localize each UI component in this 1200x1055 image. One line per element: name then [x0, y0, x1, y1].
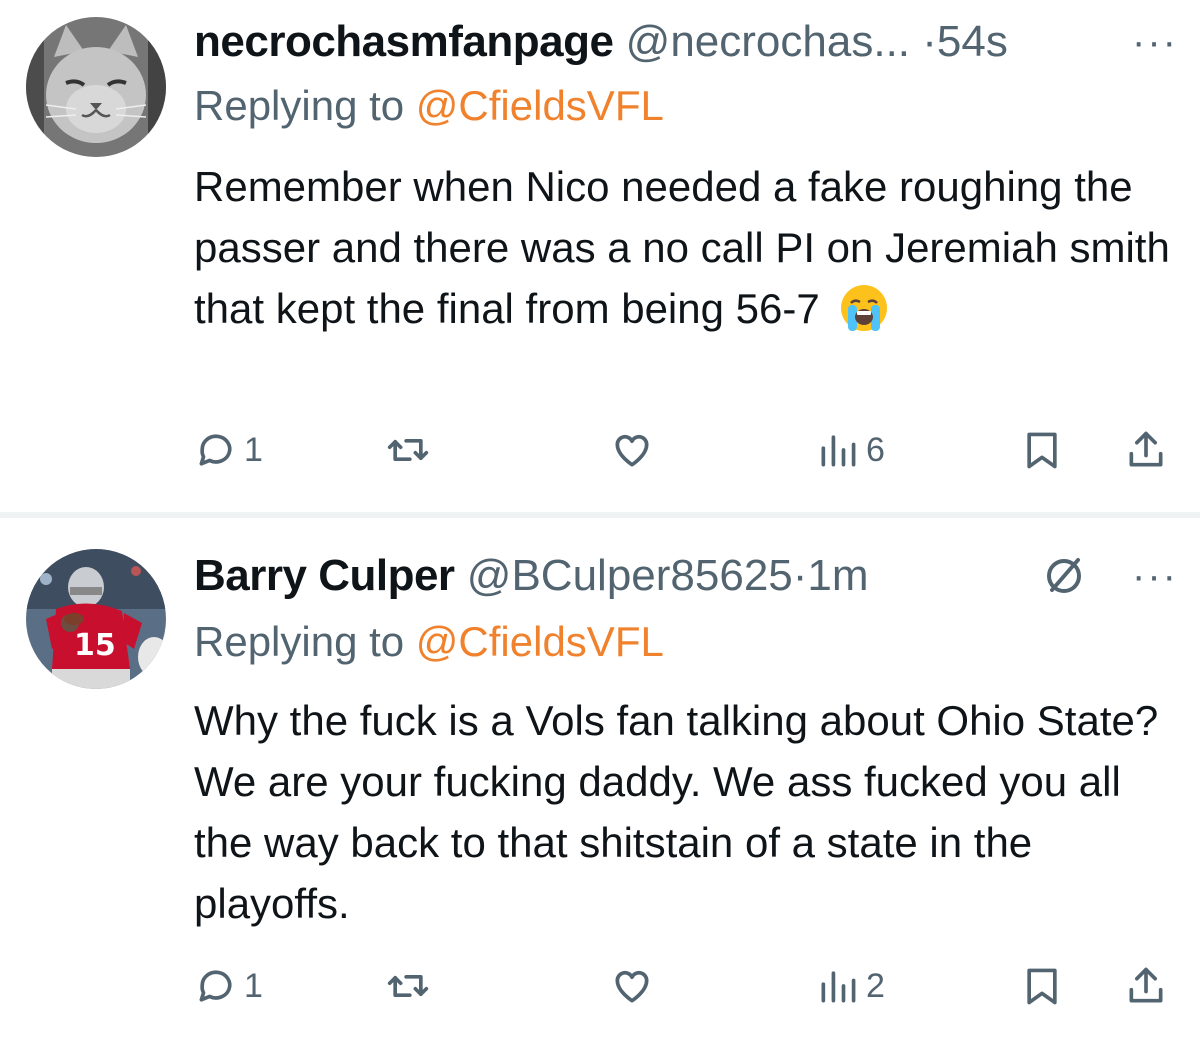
bookmark-button[interactable] — [1020, 420, 1064, 480]
mention-link[interactable]: @CfieldsVFL — [416, 82, 664, 129]
tweet-reply[interactable]: necrochasmfanpage @necrochas... ·54s ···… — [0, 0, 1200, 512]
reply-icon — [199, 970, 232, 1002]
more-options-icon[interactable]: ··· — [1132, 12, 1178, 72]
cat-avatar-icon[interactable] — [26, 17, 166, 157]
retweet-icon — [387, 975, 429, 997]
views-button[interactable]: 2 — [816, 956, 885, 1016]
jersey-number: 15 — [74, 628, 116, 663]
views-chart-icon — [821, 971, 856, 1003]
bookmark-icon — [1027, 968, 1057, 1005]
share-icon — [1129, 431, 1163, 467]
share-button[interactable] — [1124, 420, 1168, 480]
views-count: 2 — [866, 966, 885, 1005]
reply-button[interactable]: 1 — [194, 420, 263, 480]
share-icon — [1129, 967, 1163, 1003]
separator-dot: · — [922, 17, 937, 66]
tweet-text: Remember when Nico needed a fake roughin… — [194, 156, 1184, 339]
mention-link[interactable]: @CfieldsVFL — [416, 618, 664, 665]
reply-icon — [199, 434, 232, 466]
heart-icon — [615, 970, 649, 1003]
timestamp[interactable]: 1m — [807, 551, 868, 600]
tweet-header: Barry Culper @BCulper85625·1m — [194, 546, 869, 606]
loudly-crying-face-icon — [841, 285, 888, 331]
replying-to-line: Replying to @CfieldsVFL — [194, 78, 664, 134]
bookmark-icon — [1027, 432, 1057, 469]
views-button[interactable]: 6 — [816, 420, 885, 480]
reply-count: 1 — [244, 430, 263, 469]
more-options-icon[interactable]: ··· — [1132, 546, 1178, 606]
retweet-icon — [387, 439, 429, 461]
tweet-text: Why the fuck is a Vols fan talking about… — [194, 690, 1184, 934]
tweet-text-content: Remember when Nico needed a fake roughin… — [194, 163, 1170, 332]
bookmark-button[interactable] — [1020, 956, 1064, 1016]
replying-to-line: Replying to @CfieldsVFL — [194, 614, 664, 670]
reply-count: 1 — [244, 966, 263, 1005]
retweet-button[interactable] — [386, 956, 430, 1016]
like-button[interactable] — [610, 956, 654, 1016]
user-handle[interactable]: @BCulper85625 — [467, 551, 793, 600]
timestamp[interactable]: 54s — [937, 17, 1008, 66]
display-name[interactable]: necrochasmfanpage — [194, 17, 614, 66]
user-handle[interactable]: @necrochas... — [626, 17, 910, 66]
tweet-actions: 1 6 — [0, 420, 1200, 480]
retweet-button[interactable] — [386, 420, 430, 480]
display-name[interactable]: Barry Culper — [194, 551, 455, 600]
heart-icon — [615, 434, 649, 467]
tweet-reply[interactable]: 15 Barry Culper @BCulper85625·1m ··· Rep… — [0, 518, 1200, 1055]
reply-button[interactable]: 1 — [194, 956, 263, 1016]
grok-icon[interactable] — [1040, 552, 1088, 600]
like-button[interactable] — [610, 420, 654, 480]
tweet-text-content: Why the fuck is a Vols fan talking about… — [194, 697, 1159, 927]
replying-to-label: Replying to — [194, 82, 416, 129]
tweet-header: necrochasmfanpage @necrochas... ·54s — [194, 12, 1008, 72]
share-button[interactable] — [1124, 956, 1168, 1016]
replying-to-label: Replying to — [194, 618, 416, 665]
views-count: 6 — [866, 430, 885, 469]
views-chart-icon — [821, 435, 856, 467]
tweet-actions: 1 2 — [0, 956, 1200, 1016]
separator-dot: · — [792, 551, 808, 600]
football-player-avatar-icon[interactable]: 15 — [26, 549, 166, 689]
